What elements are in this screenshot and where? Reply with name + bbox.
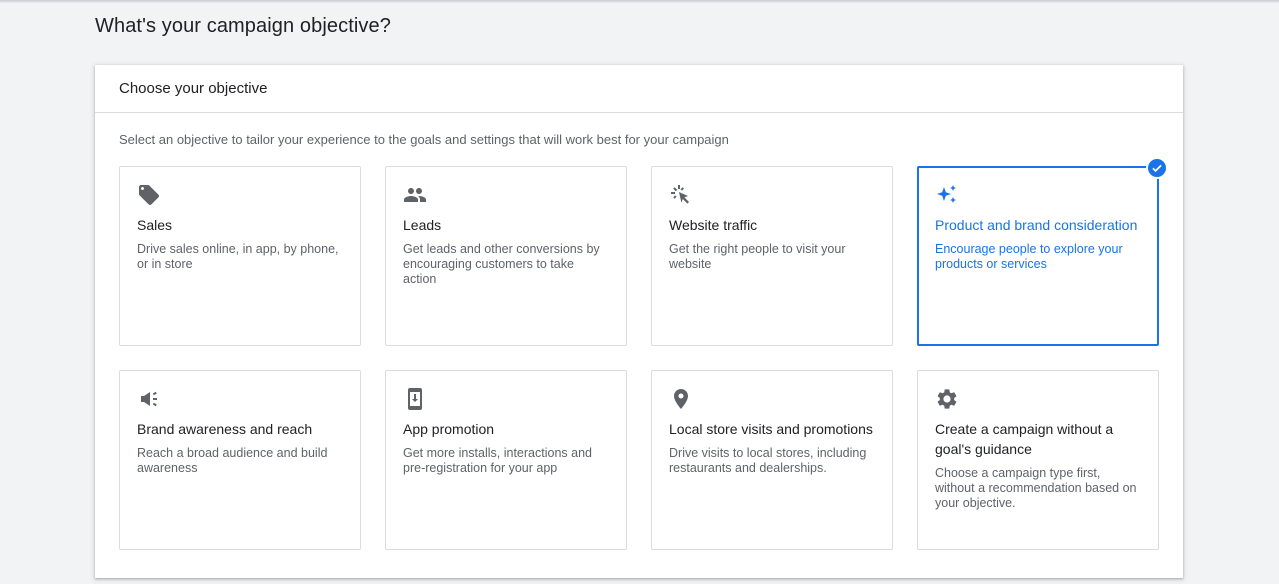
objective-description: Drive sales online, in app, by phone, or… xyxy=(137,242,339,271)
selected-check-icon xyxy=(1146,157,1168,179)
objective-tile-product-brand[interactable]: Product and brand consideration Encourag… xyxy=(917,157,1168,346)
objective-description: Get the right people to visit your websi… xyxy=(669,242,846,271)
objective-title: Leads xyxy=(403,217,442,233)
card-header: Choose your objective xyxy=(95,65,1183,113)
objective-description: Get leads and other conversions by encou… xyxy=(403,242,600,286)
tag-icon xyxy=(137,183,161,207)
objective-title: Product and brand consideration xyxy=(935,217,1138,233)
objective-description: Reach a broad audience and build awarene… xyxy=(137,446,328,475)
objective-description: Choose a campaign type first, without a … xyxy=(935,466,1137,510)
objective-description: Drive visits to local stores, including … xyxy=(669,446,867,475)
objective-card: Choose your objective Select an objectiv… xyxy=(95,65,1183,578)
people-icon xyxy=(403,183,427,207)
objective-title: Website traffic xyxy=(669,217,758,233)
objective-tile-leads[interactable]: Leads Get leads and other conversions by… xyxy=(385,166,627,346)
objective-title: App promotion xyxy=(403,421,495,437)
objective-title: Create a campaign without a goal's guida… xyxy=(935,421,1114,457)
objective-grid: Sales Drive sales online, in app, by pho… xyxy=(119,157,1168,550)
page-title: What's your campaign objective? xyxy=(95,15,391,37)
objective-tile-no-goal[interactable]: Create a campaign without a goal's guida… xyxy=(917,370,1159,550)
cursor-click-icon xyxy=(669,183,693,207)
megaphone-icon xyxy=(137,387,161,411)
objective-description: Encourage people to explore your product… xyxy=(935,242,1123,271)
objective-description: Get more installs, interactions and pre-… xyxy=(403,446,592,475)
objective-title: Local store visits and promotions xyxy=(669,421,873,437)
top-bar-edge xyxy=(0,0,1279,3)
objective-tile-local-store[interactable]: Local store visits and promotions Drive … xyxy=(651,370,893,550)
objective-tile-brand-awareness[interactable]: Brand awareness and reach Reach a broad … xyxy=(119,370,361,550)
card-subtitle: Select an objective to tailor your exper… xyxy=(119,132,729,147)
location-pin-icon xyxy=(669,387,693,411)
objective-title: Brand awareness and reach xyxy=(137,421,313,437)
objective-title: Sales xyxy=(137,217,173,233)
objective-tile-website-traffic[interactable]: Website traffic Get the right people to … xyxy=(651,166,893,346)
gear-icon xyxy=(935,387,959,411)
objective-tile-app-promotion[interactable]: App promotion Get more installs, interac… xyxy=(385,370,627,550)
objective-tile-sales[interactable]: Sales Drive sales online, in app, by pho… xyxy=(119,166,361,346)
phone-icon xyxy=(403,387,427,411)
sparkle-icon xyxy=(935,183,959,207)
